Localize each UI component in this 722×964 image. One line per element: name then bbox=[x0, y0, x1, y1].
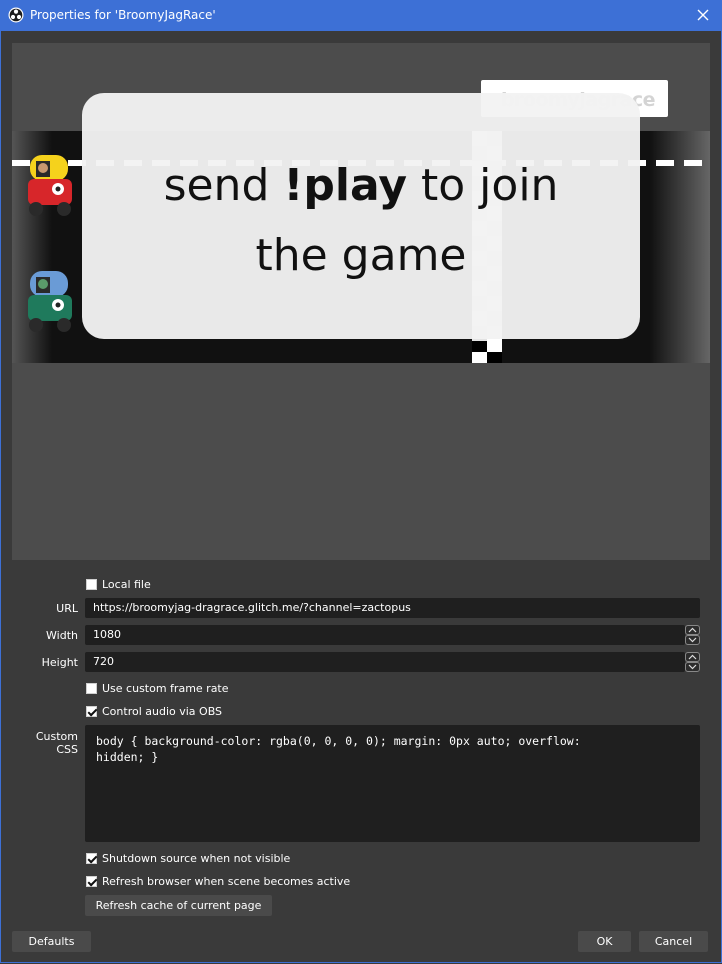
join-message-line2: the game bbox=[255, 230, 467, 281]
local-file-label: Local file bbox=[102, 577, 151, 591]
join-message-post: to join bbox=[407, 160, 559, 211]
url-input[interactable]: https://broomyjag-dragrace.glitch.me/?ch… bbox=[85, 598, 700, 618]
width-input[interactable]: 1080 bbox=[85, 625, 685, 645]
local-file-checkbox-row[interactable]: Local file bbox=[86, 577, 151, 591]
ok-button[interactable]: OK bbox=[578, 931, 631, 952]
red-toy-car-icon bbox=[28, 155, 72, 216]
custom-frame-rate-checkbox[interactable] bbox=[86, 682, 97, 694]
join-message-overlay: send !play to join the game bbox=[82, 93, 640, 339]
refresh-cache-button[interactable]: Refresh cache of current page bbox=[85, 895, 272, 916]
height-up-icon[interactable] bbox=[685, 652, 700, 662]
obs-logo-icon bbox=[8, 7, 24, 23]
control-audio-label: Control audio via OBS bbox=[102, 704, 223, 718]
custom-css-textarea[interactable]: body { background-color: rgba(0, 0, 0, 0… bbox=[85, 725, 700, 842]
refresh-browser-checkbox[interactable] bbox=[86, 875, 97, 887]
join-message-command: !play bbox=[283, 160, 408, 211]
refresh-browser-row[interactable]: Refresh browser when scene becomes activ… bbox=[86, 874, 350, 888]
shutdown-source-checkbox[interactable] bbox=[86, 852, 97, 864]
url-label: URL bbox=[56, 602, 78, 615]
height-label: Height bbox=[41, 656, 78, 669]
browser-source-preview: broomyjagrace send !play to join the gam… bbox=[12, 43, 710, 560]
cancel-button[interactable]: Cancel bbox=[639, 931, 708, 952]
control-audio-row[interactable]: Control audio via OBS bbox=[86, 704, 222, 718]
height-spinner[interactable] bbox=[685, 652, 700, 672]
width-up-icon[interactable] bbox=[685, 625, 700, 635]
width-label: Width bbox=[46, 629, 78, 642]
refresh-browser-label: Refresh browser when scene becomes activ… bbox=[102, 874, 351, 888]
shutdown-source-label: Shutdown source when not visible bbox=[102, 851, 291, 865]
height-input[interactable]: 720 bbox=[85, 652, 685, 672]
custom-frame-rate-row[interactable]: Use custom frame rate bbox=[86, 681, 229, 695]
width-down-icon[interactable] bbox=[685, 635, 700, 645]
width-spinner[interactable] bbox=[685, 625, 700, 645]
custom-frame-rate-label: Use custom frame rate bbox=[102, 681, 229, 695]
control-audio-checkbox[interactable] bbox=[86, 705, 97, 717]
green-toy-car-icon bbox=[28, 271, 72, 332]
join-message: send !play to join the game bbox=[82, 151, 640, 291]
defaults-button[interactable]: Defaults bbox=[12, 931, 91, 952]
window-title: Properties for 'BroomyJagRace' bbox=[30, 8, 216, 22]
custom-css-label: Custom CSS bbox=[35, 730, 78, 756]
close-icon[interactable] bbox=[694, 6, 712, 24]
height-down-icon[interactable] bbox=[685, 662, 700, 672]
local-file-checkbox[interactable] bbox=[86, 578, 97, 590]
title-bar: Properties for 'BroomyJagRace' bbox=[0, 0, 722, 31]
shutdown-source-row[interactable]: Shutdown source when not visible bbox=[86, 851, 290, 865]
join-message-pre: send bbox=[163, 160, 284, 211]
